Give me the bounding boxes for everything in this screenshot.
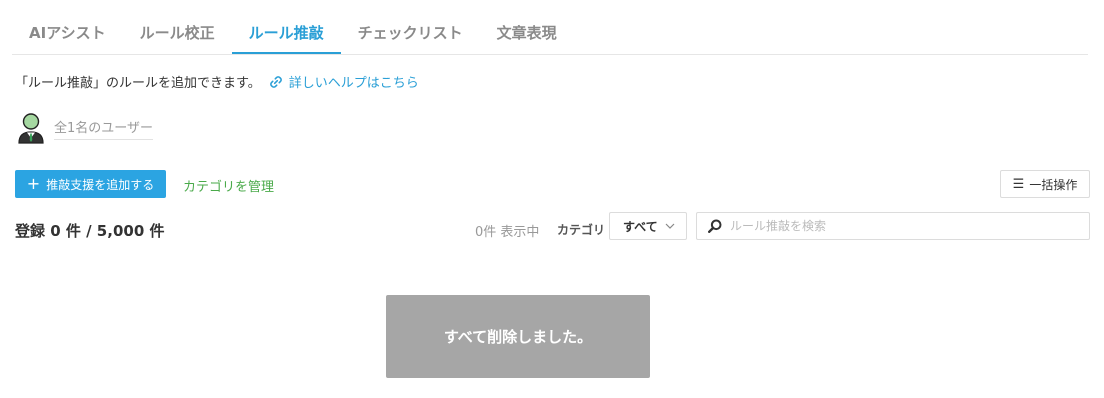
tab-rule-refinement[interactable]: ルール推敲	[231, 14, 341, 54]
add-refinement-label: 推敲支援を追加する	[46, 177, 155, 192]
user-count-label[interactable]: 全1名のユーザー	[54, 117, 154, 140]
link-icon	[269, 75, 282, 88]
manage-categories-link[interactable]: カテゴリを管理	[183, 176, 274, 195]
category-selected-value: すべて	[623, 219, 658, 234]
user-avatar-icon	[18, 113, 44, 144]
tab-bar: AIアシスト ルール校正 ルール推敲 チェックリスト 文章表現	[12, 14, 1088, 55]
add-refinement-button[interactable]: + 推敲支援を追加する	[15, 170, 166, 198]
tab-ai-assist[interactable]: AIアシスト	[12, 14, 123, 52]
toast-notification: すべて削除しました。	[386, 295, 650, 378]
help-link[interactable]: 詳しいヘルプはこちら	[269, 72, 419, 91]
user-summary: 全1名のユーザー	[16, 112, 154, 144]
showing-count: 0件 表示中	[475, 225, 540, 240]
toast-message: すべて削除しました。	[443, 328, 593, 346]
chevron-down-icon	[665, 221, 675, 232]
bulk-actions-button[interactable]: ☰ 一括操作	[1000, 170, 1090, 198]
bulk-actions-label: 一括操作	[1029, 177, 1078, 192]
tab-expressions[interactable]: 文章表現	[480, 14, 574, 52]
description: 「ルール推敲」のルールを追加できます。 詳しいヘルプはこちら	[15, 72, 419, 91]
plus-icon: +	[26, 174, 41, 193]
description-text: 「ルール推敲」のルールを追加できます。	[15, 76, 261, 91]
registered-count: 登録 0 件 / 5,000 件	[15, 222, 165, 240]
search-icon	[708, 219, 722, 233]
menu-icon: ☰	[1012, 176, 1025, 192]
help-link-label: 詳しいヘルプはこちら	[288, 76, 419, 91]
category-select[interactable]: すべて	[609, 212, 687, 240]
tab-checklist[interactable]: チェックリスト	[341, 14, 480, 52]
search-box	[696, 212, 1090, 240]
category-label: カテゴリ	[557, 223, 606, 237]
search-input[interactable]	[728, 218, 1072, 234]
tab-rule-proofreading[interactable]: ルール校正	[123, 14, 232, 52]
